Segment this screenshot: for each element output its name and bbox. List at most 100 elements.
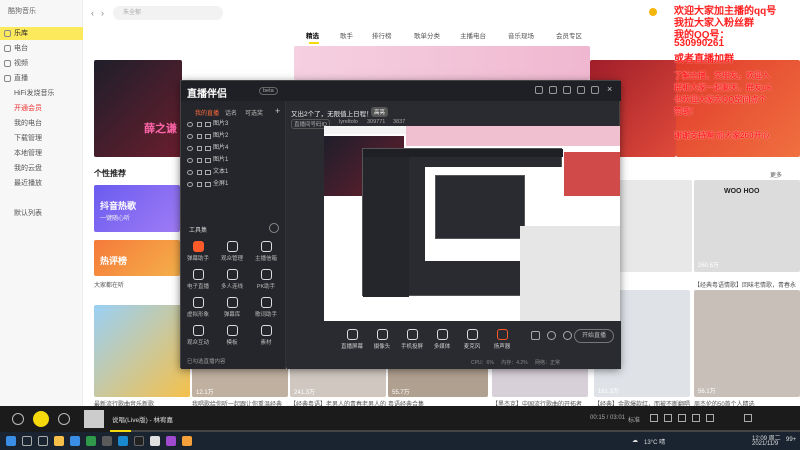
app-icon[interactable] <box>182 436 192 446</box>
sidebar-item-radio[interactable]: 电台 <box>0 42 83 55</box>
clock-date[interactable]: 2021/11/9 <box>752 441 778 447</box>
layer-item[interactable]: 全屏1 <box>185 179 283 190</box>
tool-audience[interactable]: 观众管理 <box>217 241 247 262</box>
more-link[interactable]: 更多 <box>770 170 782 179</box>
tool-electronic[interactable]: 电子直播 <box>183 269 213 290</box>
sidebar-item-recent[interactable]: 最近播放 <box>0 177 83 190</box>
message-icon[interactable] <box>549 86 557 94</box>
sidebar-item-cloud[interactable]: 我的云盘 <box>0 162 83 175</box>
bell-icon[interactable] <box>563 86 571 94</box>
album-tile[interactable]: WOO HOO 260.6万 <box>694 180 800 272</box>
tab-rewards[interactable]: 可选奖 <box>245 108 263 117</box>
app-icon[interactable] <box>150 436 160 446</box>
album-cover[interactable] <box>84 410 104 428</box>
eye-icon[interactable] <box>187 134 193 139</box>
avatar[interactable] <box>649 8 657 16</box>
forward-icon[interactable]: › <box>101 8 104 18</box>
album-tile[interactable]: 56.1万 <box>694 290 800 397</box>
tab-playlists[interactable]: 歌单分类 <box>414 30 440 40</box>
card-hot-comments[interactable]: 热评榜 <box>94 240 180 276</box>
eye-icon[interactable] <box>187 170 193 175</box>
sidebar-item-video[interactable]: 视频 <box>0 57 83 70</box>
tiktok-icon[interactable] <box>134 436 144 446</box>
sidebar-item-live[interactable]: 直播 <box>0 72 83 85</box>
sidebar-item-library[interactable]: 乐库 <box>0 27 83 40</box>
layer-item[interactable]: 图片1 <box>185 155 283 166</box>
gift-icon[interactable] <box>535 86 543 94</box>
start-live-button[interactable]: 开始直播 <box>574 329 614 343</box>
more-tools-icon[interactable] <box>269 223 279 233</box>
stream-preview[interactable] <box>324 126 620 336</box>
gear-icon[interactable] <box>563 331 572 340</box>
album-tile[interactable] <box>94 305 190 397</box>
camera-button[interactable]: 摄像头 <box>367 329 397 350</box>
chrome-icon[interactable] <box>86 436 96 446</box>
search-icon[interactable] <box>22 436 32 446</box>
lock-icon[interactable] <box>197 158 202 163</box>
record-icon[interactable] <box>531 331 540 340</box>
windows-start-icon[interactable] <box>6 436 16 446</box>
layer-item[interactable]: 图片4 <box>185 143 283 154</box>
sidebar-item-downloads[interactable]: 下载管理 <box>0 132 83 145</box>
folder-icon[interactable] <box>54 436 64 446</box>
tab-featured[interactable]: 精选 <box>306 30 319 44</box>
tab-singers[interactable]: 歌手 <box>340 30 353 40</box>
sidebar-item-my-radio[interactable]: 我的电台 <box>0 117 83 130</box>
tab-radio[interactable]: 主播电台 <box>460 30 486 40</box>
lock-icon[interactable] <box>197 146 202 151</box>
banner-left[interactable]: 薛之谦 <box>94 60 182 157</box>
layer-item[interactable]: 文本1 <box>185 167 283 178</box>
eye-icon[interactable] <box>187 182 193 187</box>
heart-icon[interactable] <box>650 414 658 422</box>
help-icon[interactable] <box>547 331 556 340</box>
pause-icon[interactable] <box>33 411 49 427</box>
minimize-icon[interactable] <box>591 86 599 94</box>
quality-label[interactable]: 标准 <box>628 415 640 424</box>
tool-lyrics[interactable]: 歌词助手 <box>251 297 281 318</box>
lock-icon[interactable] <box>197 122 202 127</box>
tool-multi-link[interactable]: 多人连线 <box>217 269 247 290</box>
lock-icon[interactable] <box>197 134 202 139</box>
notice-badge[interactable]: 高亮 <box>371 107 389 117</box>
eye-icon[interactable] <box>187 146 193 151</box>
search-input[interactable]: 朱全郁 <box>113 6 223 20</box>
media-button[interactable]: 多媒体 <box>427 329 457 350</box>
loop-icon[interactable] <box>692 414 700 422</box>
edge-icon[interactable] <box>70 436 80 446</box>
tool-danmaku-helper[interactable]: 弹幕助手 <box>183 241 213 262</box>
lyrics-icon[interactable] <box>706 414 714 422</box>
microphone-button[interactable]: 麦克风 <box>457 329 487 350</box>
layer-item[interactable]: 图片3 <box>185 119 283 130</box>
screen-capture-button[interactable]: 直播屏幕 <box>337 329 367 350</box>
add-scene-icon[interactable]: + <box>275 106 280 116</box>
close-icon[interactable]: × <box>607 84 612 94</box>
card-douyin[interactable]: 抖音热歌 一键随心听 <box>94 185 180 232</box>
tab-my-live[interactable]: 我的直播 <box>195 108 219 117</box>
settings-icon[interactable] <box>577 86 585 94</box>
tab-vip[interactable]: 会员专区 <box>556 30 582 40</box>
tool-template[interactable]: 模板 <box>217 325 247 346</box>
sidebar-item-local[interactable]: 本地管理 <box>0 147 83 160</box>
weather-icon[interactable]: ☁ <box>632 437 638 444</box>
previous-icon[interactable] <box>12 413 24 425</box>
tab-name[interactable]: 话名 <box>225 108 237 117</box>
notification-badge[interactable]: 99+ <box>786 437 796 443</box>
sidebar-item-vip[interactable]: 开通会员 <box>0 102 83 115</box>
app-icon[interactable] <box>102 436 112 446</box>
weather[interactable]: 13°C 晴 <box>644 437 665 446</box>
next-icon[interactable] <box>58 413 70 425</box>
download-icon[interactable] <box>664 414 672 422</box>
tool-mailbox[interactable]: 主播信箱 <box>251 241 281 262</box>
layer-item[interactable]: 图片2 <box>185 131 283 142</box>
eye-icon[interactable] <box>187 158 193 163</box>
banner-center[interactable] <box>294 46 590 80</box>
sidebar-item-default-list[interactable]: 默认列表 <box>0 207 83 220</box>
playlist-icon[interactable] <box>744 414 752 422</box>
task-view-icon[interactable] <box>38 436 48 446</box>
tab-charts[interactable]: 排行榜 <box>372 30 392 40</box>
phone-cast-button[interactable]: 手机投屏 <box>397 329 427 350</box>
tool-interact[interactable]: 观众互动 <box>183 325 213 346</box>
kugou-icon[interactable] <box>118 436 128 446</box>
tool-avatar[interactable]: 虚拟形象 <box>183 297 213 318</box>
app-icon[interactable] <box>166 436 176 446</box>
